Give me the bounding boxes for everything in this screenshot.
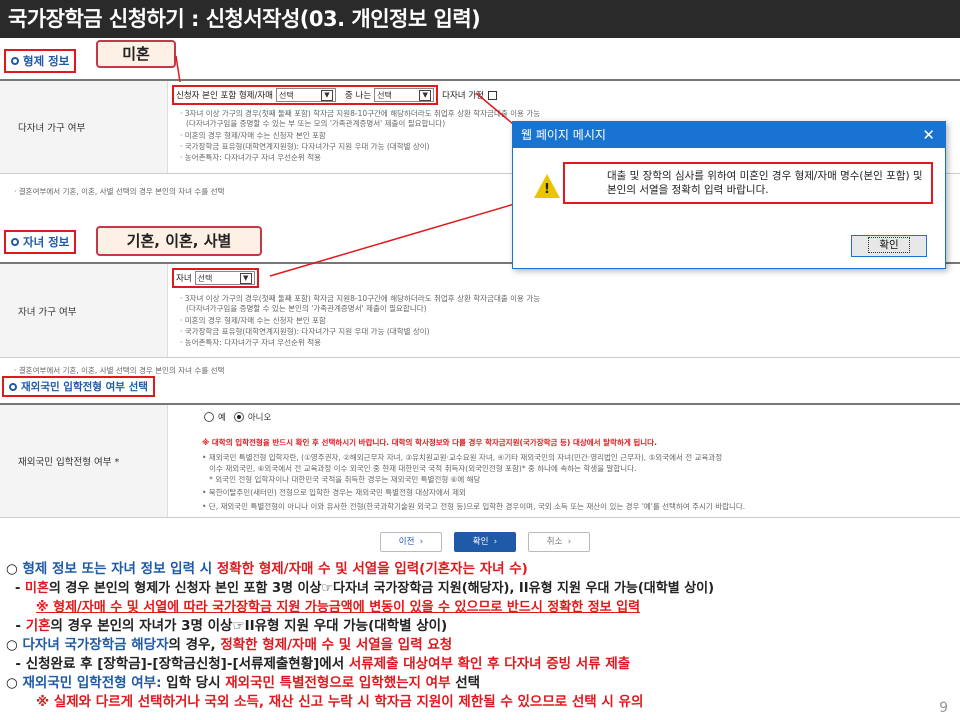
sibling-note: · 결혼여부에서 기혼, 이혼, 사별 선택의 경우 본인의 자녀 수를 선택: [14, 187, 225, 196]
child-table: 자녀 가구 여부 자녀 선택 ▼ · 3자녀 이상 가구의 경우(첫째 둘째 포…: [0, 262, 960, 358]
page-number: 9: [939, 700, 948, 716]
chevron-down-icon: ▼: [321, 89, 333, 101]
summary-line-6: - 신청완료 후 [장학금]-[장학금신청]-[서류제출현황]에서 서류제출 대…: [6, 656, 631, 672]
child-section-title: 자녀 정보: [23, 235, 70, 249]
sibling-bullet-3: · 미혼의 경우 형제/자매 수는 신청자 본인 포함: [180, 131, 326, 140]
radio-no[interactable]: [233, 412, 244, 422]
bullet-circle-icon: [9, 382, 17, 391]
child-bullet-2: (다자녀가구임을 증명할 수 있는 본인의 '가족관계증명서' 제출이 필요합니…: [186, 304, 427, 313]
married-callout: 기혼, 이혼, 사별: [96, 226, 262, 256]
overseas-bullet-5: • 단, 재외국민 특별전형이 아니나 이와 유사한 전형(한국과학기술원 외국…: [202, 502, 746, 511]
bullet-circle-icon: [11, 238, 19, 246]
child-row-content: 자녀 선택 ▼ · 3자녀 이상 가구의 경우(첫째 둘째 포함) 학자금 지원…: [172, 264, 954, 357]
summary-notes: ○ 형제 정보 또는 자녀 정보 입력 시 정확한 형제/자매 수 및 서열을 …: [6, 560, 956, 712]
overseas-row-content: 예 아니오 ※ 대학의 입학전형을 반드시 확인 후 선택하시기 바랍니다. 대…: [196, 405, 954, 517]
child-section-heading: 자녀 정보: [4, 230, 77, 254]
dialog-title: 웹 페이지 메시지: [521, 128, 606, 142]
cancel-button[interactable]: 취소 ›: [528, 532, 590, 552]
sibling-bullet-5: · 농어촌특자: 다자녀가구 자녀 우선순위 적용: [180, 153, 322, 162]
summary-line-8: ※ 실제와 다르게 선택하거나 국외 소득, 재산 신고 누락 시 학자금 지원…: [36, 694, 644, 710]
overseas-row-label: 재외국민 입학전형 여부 *: [0, 405, 168, 517]
summary-line-1: ○ 형제 정보 또는 자녀 정보 입력 시 정확한 형제/자매 수 및 서열을 …: [6, 561, 528, 577]
page-title: 국가장학금 신청하기 : 신청서작성(03. 개인정보 입력): [0, 0, 960, 38]
child-count-label: 자녀: [176, 274, 192, 284]
overseas-section-heading: 재외국민 입학전형 여부 선택: [2, 376, 155, 397]
overseas-section-title: 재외국민 입학전형 여부 선택: [21, 381, 148, 393]
prev-button[interactable]: 이전 ›: [380, 532, 442, 552]
overseas-bullet-4: • 북한이탈주민(새터민) 전형으로 입학한 경우는 재외국민 특별전형 대상자…: [202, 488, 466, 497]
sibling-order-label: 중 나는: [345, 91, 372, 101]
chevron-down-icon: ▼: [419, 89, 432, 101]
radio-yes-label: 예: [218, 413, 226, 423]
radio-yes[interactable]: [204, 412, 214, 422]
sibling-count-value: 선택: [279, 90, 294, 100]
sibling-select-highlight: 신청자 본인 포함 형제/자매 선택 ▼ 중 나는 선택 ▼: [172, 85, 439, 105]
warning-exclamation: !: [544, 182, 550, 197]
summary-line-7: ○ 재외국민 입학전형 여부: 입학 당시 재외국민 특별전형으로 입학했는지 …: [6, 675, 481, 691]
multi-child-label: 다자녀 가정: [442, 91, 484, 101]
child-count-select[interactable]: 선택 ▼: [194, 271, 255, 285]
sibling-section-heading: 형제 정보: [4, 49, 77, 73]
ok-button[interactable]: 확인 ›: [454, 532, 516, 552]
sibling-bullet-1: · 3자녀 이상 가구의 경우(첫째 둘째 포함) 학자금 지원8-10구간에 …: [180, 109, 541, 118]
unmarried-callout: 미혼: [96, 40, 176, 68]
sibling-bullet-2: (다자녀가구임을 증명할 수 있는 부 또는 모의 '가족관계증명서' 제출이 …: [186, 119, 446, 128]
chevron-down-icon: ▼: [239, 272, 252, 284]
child-bullet-3: · 미혼의 경우 형제/자매 수는 신청자 본인 포함: [180, 316, 326, 325]
overseas-table: 재외국민 입학전형 여부 * 예 아니오 ※ 대학의 입학전형을 반드시 확인 …: [0, 403, 960, 518]
overseas-warning: ※ 대학의 입학전형을 반드시 확인 후 선택하시기 바랍니다. 대학의 학사정…: [202, 438, 657, 447]
sibling-order-value: 선택: [377, 90, 392, 100]
overseas-bullet-3: * 외국인 전형 입학자이나 대한민국 국적을 취득한 경우는 재외국민 특별전…: [202, 475, 481, 484]
web-page-message-dialog: 웹 페이지 메시지 ✕ 대출 및 장학의 심사를 위하여 미혼인 경우 형제/자…: [512, 121, 946, 269]
child-bullet-5: · 농어촌특자: 다자녀가구 자녀 우선순위 적용: [180, 338, 322, 347]
child-row-label: 자녀 가구 여부: [0, 264, 168, 357]
overseas-radio-group: 예 아니오: [204, 411, 271, 423]
summary-line-4: - 기혼의 경우 본인의 자녀가 3명 이상☞II유형 지원 우대 가능(대학별…: [6, 618, 448, 634]
sibling-order-select[interactable]: 선택 ▼: [374, 88, 435, 102]
sibling-row-label: 다자녀 가구 여부: [0, 81, 168, 173]
overseas-bullet-2: 이수 재외국민, ⑥외국에서 전 교육과정 이수 외국인 중 현재 대한민국 국…: [202, 464, 637, 473]
child-note: · 결혼여부에서 기혼, 이혼, 사별 선택의 경우 본인의 자녀 수를 선택: [14, 366, 225, 375]
child-select-line: 자녀 선택 ▼: [172, 268, 259, 288]
summary-line-3: ※ 형제/자매 수 및 서열에 따라 국가장학금 지원 가능금액에 변동이 있을…: [36, 600, 641, 615]
sibling-select-line: 신청자 본인 포함 형제/자매 선택 ▼ 중 나는 선택 ▼ 다자녀 가정: [172, 85, 497, 105]
summary-line-2: - 미혼의 경우 본인의 형제가 신청자 본인 포함 3명 이상☞다자녀 국가장…: [6, 581, 715, 596]
multi-child-checkbox[interactable]: [487, 90, 497, 100]
summary-line-5: ○ 다자녀 국가장학금 해당자의 경우, 정확한 형제/자매 수 및 서열을 입…: [6, 637, 453, 653]
child-bullet-4: · 국가장학금 표유형(대학연계지원형): 다자녀가구 지원 우대 가능 (대학…: [180, 327, 430, 336]
dialog-message: 대출 및 장학의 심사를 위하여 미혼인 경우 형제/자매 명수(본인 포함) …: [563, 162, 933, 204]
dialog-title-bar: 웹 페이지 메시지 ✕: [513, 122, 945, 148]
dialog-ok-button[interactable]: 확인: [851, 235, 927, 257]
overseas-bullet-1: • 재외국민 특별전형 입학자란, (①영주권자, ②해외근무자 자녀, ③유치…: [202, 453, 723, 462]
sibling-bullet-4: · 국가장학금 표유형(대학연계지원형): 다자녀가구 지원 우대 가능 (대학…: [180, 142, 430, 151]
radio-no-label: 아니오: [247, 413, 272, 423]
close-icon[interactable]: ✕: [922, 122, 935, 148]
sibling-count-select[interactable]: 선택 ▼: [276, 88, 336, 102]
sibling-count-label: 신청자 본인 포함 형제/자매: [176, 91, 273, 101]
child-select-highlight: 자녀 선택 ▼: [172, 268, 259, 288]
sibling-section-title: 형제 정보: [23, 54, 70, 68]
child-bullet-1: · 3자녀 이상 가구의 경우(첫째 둘째 포함) 학자금 지원8-10구간에 …: [180, 294, 541, 303]
bullet-circle-icon: [11, 57, 19, 65]
child-count-value: 선택: [197, 273, 213, 283]
